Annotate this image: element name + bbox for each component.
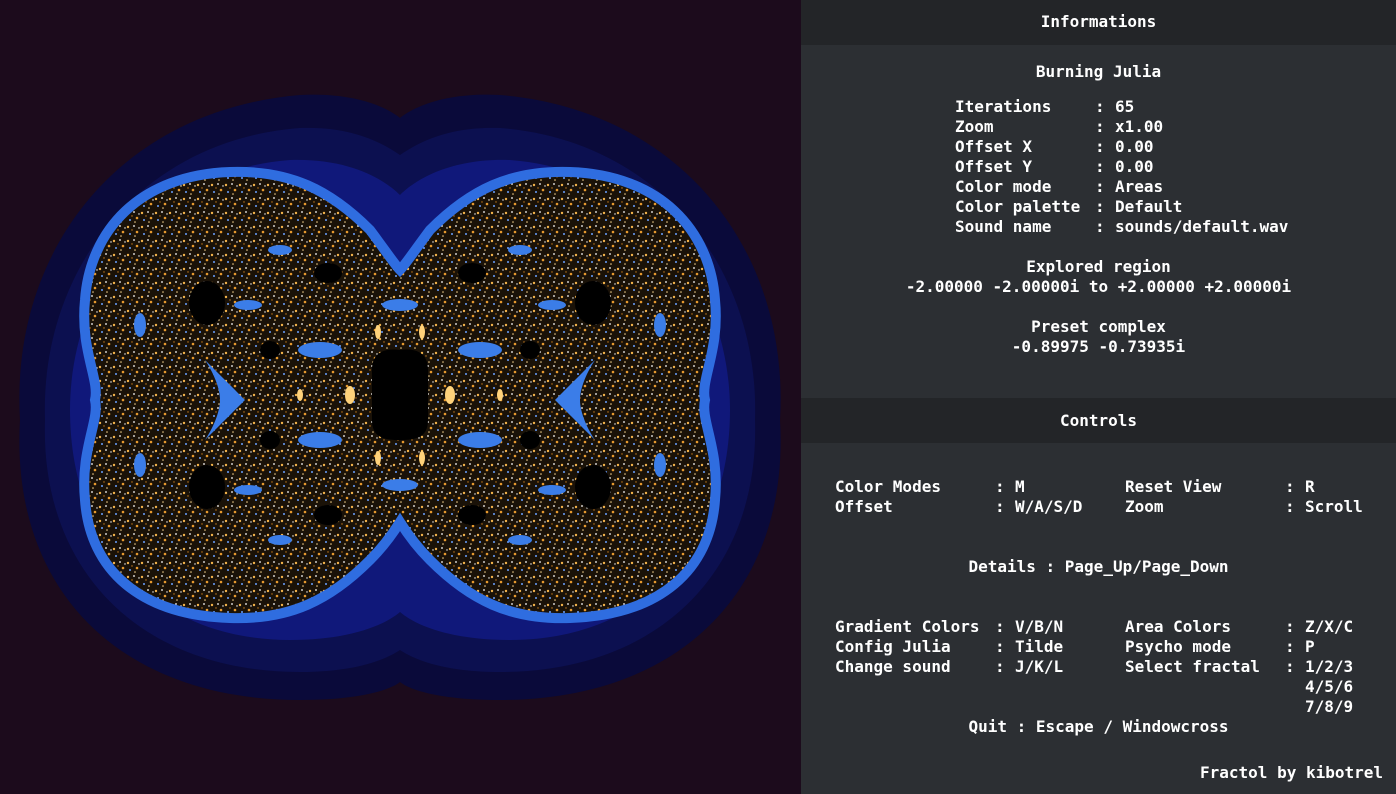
control-label: Offset — [835, 497, 893, 516]
info-separator: : — [1095, 217, 1105, 236]
select-fractal-keys-2: 4/5/6 — [1305, 677, 1354, 696]
control-separator: : — [995, 617, 1005, 636]
control-key: 1/2/3 — [1305, 657, 1354, 676]
info-label: Offset Y — [955, 157, 1033, 176]
info-value: Areas — [1115, 177, 1164, 196]
select-fractal-keys-3: 7/8/9 — [1305, 697, 1354, 716]
info-separator: : — [1095, 117, 1105, 136]
info-value: 65 — [1115, 97, 1135, 116]
fractal-render — [19, 94, 781, 701]
info-separator: : — [1095, 177, 1105, 196]
info-label: Color mode — [955, 177, 1052, 196]
control-label: Area Colors — [1125, 617, 1231, 636]
control-key: J/K/L — [1015, 657, 1064, 676]
info-label: Offset X — [955, 137, 1033, 156]
info-value: x1.00 — [1115, 117, 1164, 136]
credit-line: Fractol by kibotrel — [1200, 763, 1384, 782]
info-separator: : — [1095, 137, 1105, 156]
control-label: Select fractal — [1125, 657, 1260, 676]
preset-complex-value: -0.89975 -0.73935i — [1011, 337, 1186, 356]
control-separator: : — [995, 657, 1005, 676]
control-separator: : — [1285, 637, 1295, 656]
info-label: Color palette — [955, 197, 1081, 216]
info-value: sounds/default.wav — [1115, 217, 1289, 236]
controls-header: Controls — [801, 398, 1396, 443]
control-key: W/A/S/D — [1015, 497, 1083, 516]
explored-region-title: Explored region — [1026, 257, 1171, 276]
explored-region-value: -2.00000 -2.00000i to +2.00000 +2.00000i — [905, 277, 1292, 296]
control-separator: : — [1285, 657, 1295, 676]
control-separator: : — [995, 497, 1005, 516]
info-value: 0.00 — [1115, 137, 1154, 156]
control-key: Tilde — [1015, 637, 1064, 656]
informations-header: Informations — [801, 0, 1396, 45]
preset-complex-title: Preset complex — [1031, 317, 1166, 336]
control-label: Color Modes — [835, 477, 941, 496]
control-label: Zoom — [1125, 497, 1164, 516]
info-separator: : — [1095, 197, 1105, 216]
info-label: Zoom — [955, 117, 994, 136]
info-label: Sound name — [955, 217, 1052, 236]
fractal-canvas[interactable] — [0, 0, 801, 794]
control-separator: : — [1285, 477, 1295, 496]
quit-line: Quit : Escape / Windowcross — [968, 717, 1229, 736]
info-separator: : — [1095, 97, 1105, 116]
control-label: Psycho mode — [1125, 637, 1231, 656]
control-label: Change sound — [835, 657, 951, 676]
control-key: R — [1305, 477, 1315, 496]
control-label: Gradient Colors — [835, 617, 980, 636]
control-separator: : — [1285, 497, 1295, 516]
control-label: Config Julia — [835, 637, 951, 656]
info-separator: : — [1095, 157, 1105, 176]
control-key: Scroll — [1305, 497, 1363, 516]
control-key: M — [1015, 477, 1025, 496]
control-key: Z/X/C — [1305, 617, 1354, 636]
details-line: Details : Page_Up/Page_Down — [968, 557, 1229, 576]
control-separator: : — [995, 477, 1005, 496]
fractal-name: Burning Julia — [1035, 62, 1162, 81]
control-key: P — [1305, 637, 1315, 656]
control-key: V/B/N — [1015, 617, 1064, 636]
control-separator: : — [995, 637, 1005, 656]
info-label: Iterations — [955, 97, 1052, 116]
info-value: Default — [1115, 197, 1183, 216]
control-label: Reset View — [1125, 477, 1222, 496]
control-separator: : — [1285, 617, 1295, 636]
info-panel: Informations Burning Julia Iterations:65… — [801, 0, 1396, 794]
info-value: 0.00 — [1115, 157, 1154, 176]
